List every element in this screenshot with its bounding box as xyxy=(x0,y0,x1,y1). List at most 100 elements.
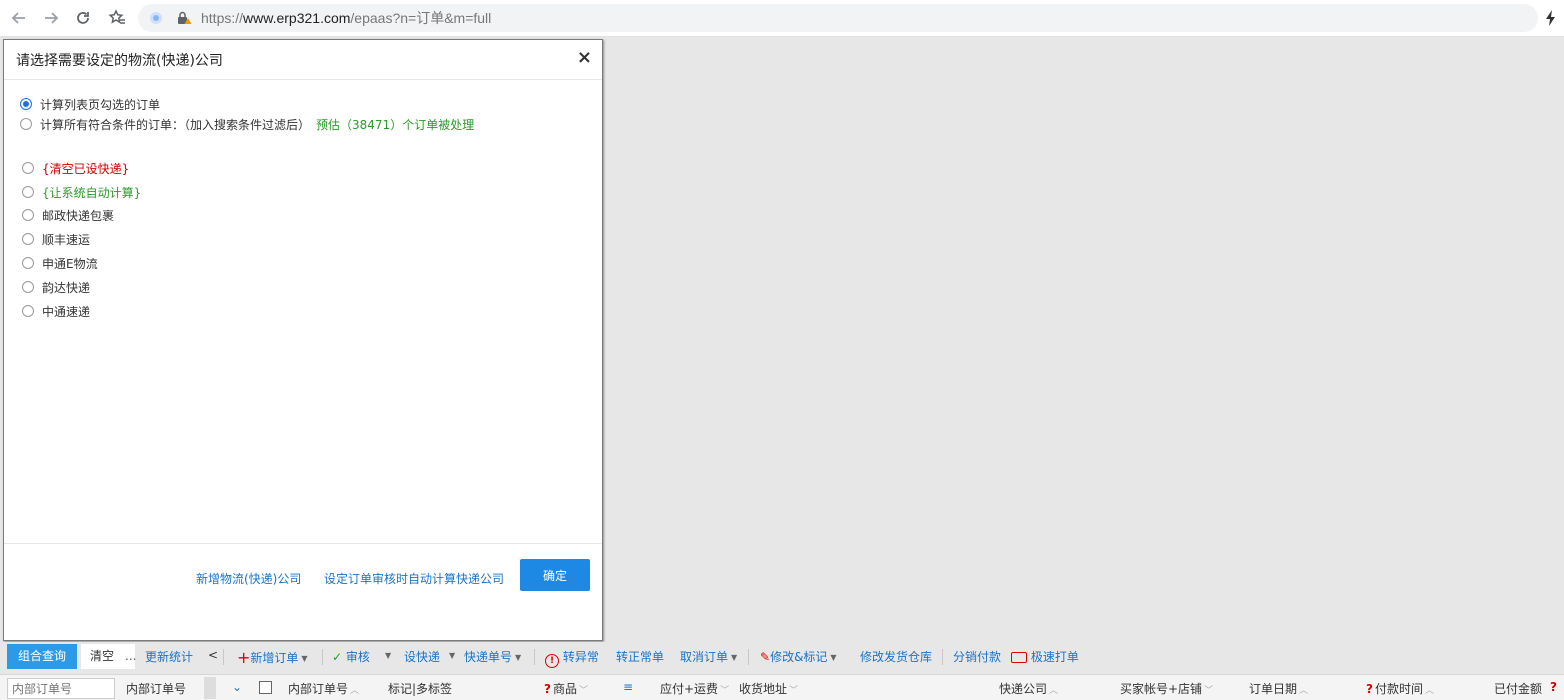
modify-mark-label: 修改&标记 xyxy=(770,650,828,664)
more-options[interactable]: ... xyxy=(125,644,136,669)
caret-down-icon: ▼ xyxy=(830,653,837,662)
collapse-chevron-icon[interactable]: < xyxy=(208,648,218,662)
col-buyer-shop[interactable]: 买家帐号+店铺 ﹀ xyxy=(1120,680,1213,697)
carrier-label: 中通速递 xyxy=(42,304,91,319)
site-status-icon xyxy=(150,12,162,24)
dialog-footer: 新增物流(快递)公司 设定订单审核时自动计算快递公司 确定 xyxy=(4,543,602,641)
clear-button[interactable]: 清空 ... xyxy=(81,644,136,669)
add-carrier-link[interactable]: 新增物流(快递)公司 xyxy=(196,570,301,587)
cancel-order-button[interactable]: 取消订单 ▼ xyxy=(680,648,737,665)
lightning-icon[interactable] xyxy=(1544,9,1558,27)
caret-down-icon: ▼ xyxy=(301,654,308,663)
radio-icon[interactable] xyxy=(22,186,34,198)
tracking-number-button[interactable]: 快递单号 ▼ xyxy=(464,648,521,665)
to-normal-button[interactable]: 转正常单 xyxy=(616,648,664,665)
radio-icon[interactable] xyxy=(22,162,34,174)
set-express-dropdown-icon[interactable]: ▼ xyxy=(446,648,455,662)
scope-option-selected[interactable]: 计算列表页勾选的订单 xyxy=(20,95,160,113)
expand-chevron-icon[interactable]: ⌄ xyxy=(232,680,242,694)
address-bar[interactable]: https://www.erp321.com/epaas?n=订单&m=full xyxy=(138,4,1538,32)
estimate-hint: 预估（38471）个订单被处理 xyxy=(316,117,475,132)
tracking-number-label: 快递单号 xyxy=(464,650,513,664)
new-order-label: 新增订单 xyxy=(250,651,299,665)
carrier-label: {让系统自动计算} xyxy=(42,185,142,200)
browser-toolbar: https://www.erp321.com/epaas?n=订单&m=full xyxy=(0,0,1564,37)
carrier-option-sf[interactable]: 顺丰速运 xyxy=(22,230,90,248)
col-order-date[interactable]: 订单日期 ︿ xyxy=(1249,680,1308,697)
insecure-lock-icon[interactable] xyxy=(176,10,192,26)
caret-down-icon: ▼ xyxy=(731,653,738,662)
modify-mark-button[interactable]: ✎修改&标记 ▼ xyxy=(760,648,837,665)
new-order-button[interactable]: +新增订单 ▼ xyxy=(237,648,308,667)
col-payable-freight[interactable]: 应付+运费 ﹀ xyxy=(660,680,729,697)
modify-warehouse-button[interactable]: 修改发货仓库 xyxy=(860,648,932,665)
edit-pencil-icon: ✎ xyxy=(760,650,771,664)
update-stats-button[interactable]: 更新统计 xyxy=(145,648,193,665)
dialog-header: 请选择需要设定的物流(快递)公司 × xyxy=(4,40,602,80)
combo-query-button[interactable]: 组合查询 xyxy=(7,644,77,669)
order-search-input[interactable] xyxy=(7,678,115,699)
set-express-button[interactable]: 设快递 xyxy=(404,648,440,665)
scrollbar[interactable] xyxy=(204,677,216,699)
carrier-option-sto[interactable]: 申通E物流 xyxy=(22,254,98,272)
confirm-button[interactable]: 确定 xyxy=(520,559,590,591)
distribution-pay-button[interactable]: 分销付款 xyxy=(953,648,1001,665)
close-icon[interactable]: × xyxy=(577,47,592,68)
col-express-company[interactable]: 快递公司 ︿ xyxy=(999,680,1058,697)
carrier-label: 邮政快递包裹 xyxy=(42,208,115,223)
help-icon[interactable]: ? xyxy=(1550,680,1559,694)
cancel-order-label: 取消订单 xyxy=(680,650,729,664)
col-pay-time[interactable]: ? 付款时间 ︿ xyxy=(1366,680,1434,697)
carrier-option-ems[interactable]: 邮政快递包裹 xyxy=(22,206,114,224)
col-inner-order-no[interactable]: 内部订单号 ︿ xyxy=(288,680,359,697)
to-abnormal-label: 转异常 xyxy=(562,650,599,664)
url-text: https://www.erp321.com/epaas?n=订单&m=full xyxy=(201,10,492,26)
back-arrow-icon[interactable] xyxy=(8,7,30,29)
radio-checked-icon[interactable] xyxy=(20,98,32,110)
review-button[interactable]: ✓ 审核 xyxy=(332,648,370,665)
carrier-option-yunda[interactable]: 韵达快递 xyxy=(22,278,90,296)
printer-icon xyxy=(1011,652,1027,663)
scope-option-label: 计算列表页勾选的订单 xyxy=(40,97,161,112)
to-abnormal-button[interactable]: ! 转异常 xyxy=(545,648,599,668)
radio-icon[interactable] xyxy=(22,233,34,245)
carrier-label: 顺丰速运 xyxy=(42,232,91,247)
fast-print-button[interactable]: 极速打单 xyxy=(1011,648,1079,665)
col-tags[interactable]: 标记|多标签 xyxy=(388,680,452,697)
help-icon: ? xyxy=(544,682,551,696)
carrier-label: {清空已设快递} xyxy=(42,161,130,176)
radio-icon[interactable] xyxy=(20,118,32,130)
column-settings-icon[interactable]: ≡ xyxy=(623,680,633,694)
scope-option-label: 计算所有符合条件的订单：（加入搜索条件过滤后） xyxy=(40,117,311,132)
radio-icon[interactable] xyxy=(22,305,34,317)
select-all-checkbox[interactable] xyxy=(259,681,272,697)
dialog-title: 请选择需要设定的物流(快递)公司 xyxy=(16,53,223,69)
auto-calc-carrier-link[interactable]: 设定订单审核时自动计算快递公司 xyxy=(324,570,504,587)
radio-icon[interactable] xyxy=(22,281,34,293)
caret-down-icon: ▼ xyxy=(515,653,522,662)
divider xyxy=(534,649,535,665)
col-goods[interactable]: ? 商品 ﹀ xyxy=(544,680,588,697)
order-toolbar: 组合查询 清空 ... 更新统计 < +新增订单 ▼ ✓ 审核 ▼ 设快递 ▼ 快… xyxy=(0,642,1564,672)
carrier-option-zto[interactable]: 中通速递 xyxy=(22,302,90,320)
check-icon: ✓ xyxy=(332,650,343,664)
forward-arrow-icon[interactable] xyxy=(40,7,62,29)
plus-icon: + xyxy=(237,648,251,667)
radio-icon[interactable] xyxy=(22,209,34,221)
scope-option-all[interactable]: 计算所有符合条件的订单：（加入搜索条件过滤后） 预估（38471）个订单被处理 xyxy=(20,115,474,133)
col-paid-amount[interactable]: 已付金额 xyxy=(1494,680,1542,697)
help-icon: ? xyxy=(1366,682,1373,696)
fast-print-label: 极速打单 xyxy=(1030,650,1079,664)
col-ship-address[interactable]: 收货地址 ﹀ xyxy=(739,680,798,697)
bookmark-star-icon[interactable] xyxy=(106,7,128,29)
divider xyxy=(748,649,749,665)
reload-icon[interactable] xyxy=(72,7,94,29)
review-dropdown-icon[interactable]: ▼ xyxy=(382,648,391,662)
radio-icon[interactable] xyxy=(22,257,34,269)
search-field-label[interactable]: 内部订单号 xyxy=(126,680,186,697)
clear-label: 清空 xyxy=(90,649,115,663)
carrier-label: 申通E物流 xyxy=(42,256,98,271)
divider xyxy=(322,649,323,665)
carrier-option-clear[interactable]: {清空已设快递} xyxy=(22,159,129,177)
carrier-option-auto[interactable]: {让系统自动计算} xyxy=(22,183,141,201)
